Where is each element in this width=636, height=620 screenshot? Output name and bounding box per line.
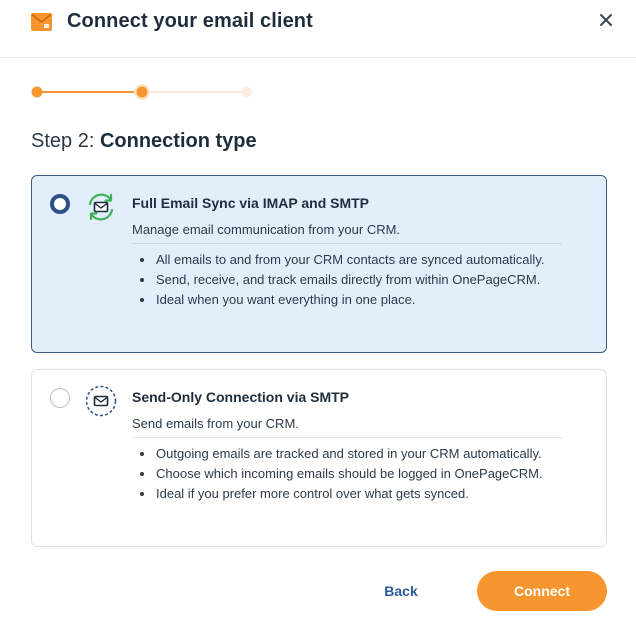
dialog-title: Connect your email client xyxy=(67,10,313,32)
step-heading: Step 2: Connection type xyxy=(31,130,257,153)
option-bullet: All emails to and from your CRM contacts… xyxy=(132,250,592,270)
step-number: Step 2: xyxy=(31,130,95,152)
option-title: Send-Only Connection via SMTP xyxy=(132,389,350,405)
step-name: Connection type xyxy=(99,130,257,152)
progress-stepper xyxy=(31,84,252,100)
option-card-send-only[interactable]: Send-Only Connection via SMTP Send email… xyxy=(31,369,607,547)
connect-button[interactable]: Connect xyxy=(477,571,607,611)
option-bullet: Outgoing emails are tracked and stored i… xyxy=(132,444,592,464)
stepper-dot-2 xyxy=(136,86,148,98)
option-subtitle: Send emails from your CRM. xyxy=(132,416,299,431)
radio-send-only[interactable] xyxy=(50,388,70,408)
option-bullet: Ideal when you want everything in one pl… xyxy=(132,290,592,310)
option-divider xyxy=(132,243,562,244)
sync-email-icon xyxy=(88,193,114,221)
dialog-header: Connect your email client xyxy=(0,0,636,58)
stepper-dot-3 xyxy=(242,87,252,97)
option-card-full-sync[interactable]: Full Email Sync via IMAP and SMTP Manage… xyxy=(31,175,607,353)
option-bullet: Ideal if you prefer more control over wh… xyxy=(132,484,592,504)
option-bullet-list: All emails to and from your CRM contacts… xyxy=(132,250,592,310)
send-email-icon xyxy=(85,385,117,417)
option-bullet: Choose which incoming emails should be l… xyxy=(132,464,592,484)
stepper-dot-1 xyxy=(31,86,43,98)
option-divider xyxy=(132,437,562,438)
radio-full-sync[interactable] xyxy=(50,194,70,214)
close-icon[interactable] xyxy=(596,10,616,30)
back-button[interactable]: Back xyxy=(370,572,432,610)
option-bullet-list: Outgoing emails are tracked and stored i… xyxy=(132,444,592,504)
onepagecrm-logo-icon xyxy=(31,13,52,31)
option-bullet: Send, receive, and track emails directly… xyxy=(132,270,592,290)
option-subtitle: Manage email communication from your CRM… xyxy=(132,222,401,237)
option-title: Full Email Sync via IMAP and SMTP xyxy=(132,195,370,211)
